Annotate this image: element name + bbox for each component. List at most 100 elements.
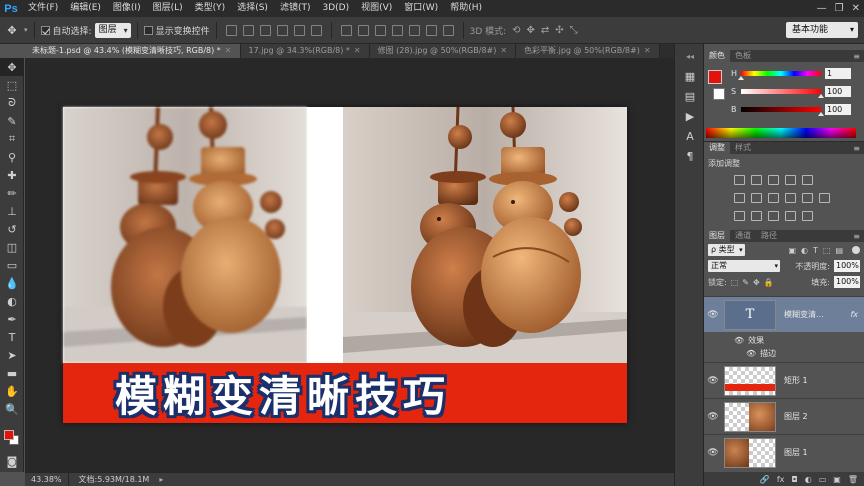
menu-select[interactable]: 选择(S)	[231, 0, 274, 17]
saturation-value-input[interactable]: 100	[825, 85, 851, 97]
distribute-bottom-icon[interactable]	[374, 24, 386, 36]
foreground-color-chip[interactable]	[708, 70, 722, 84]
healing-brush-tool-icon[interactable]: ✚	[0, 166, 24, 184]
tab-adjustments[interactable]: 调整	[704, 142, 730, 154]
brush-tool-icon[interactable]: ✏	[0, 184, 24, 202]
posterize-icon[interactable]	[751, 211, 762, 221]
tab-document-4[interactable]: 色彩平衡.jpg @ 50%(RGB/8#) ✕	[516, 44, 660, 58]
clone-stamp-tool-icon[interactable]: ⊥	[0, 202, 24, 220]
quick-mask-icon[interactable]: ◙	[0, 452, 24, 470]
distribute-right-icon[interactable]	[425, 24, 437, 36]
layer-filter-kind-select[interactable]: ρ 类型	[708, 244, 745, 256]
blur-tool-icon[interactable]: 💧	[0, 274, 24, 292]
filter-toggle-icon[interactable]	[852, 246, 860, 254]
stroke-effect-row[interactable]: 👁 描边	[704, 347, 864, 359]
vibrance-icon[interactable]	[802, 175, 813, 185]
history-panel-icon[interactable]: ▦	[675, 66, 705, 86]
dodge-tool-icon[interactable]: ◐	[0, 292, 24, 310]
pen-tool-icon[interactable]: ✒	[0, 310, 24, 328]
move-tool-icon[interactable]: ✥	[0, 58, 24, 76]
hue-value-input[interactable]: 1	[825, 67, 851, 79]
close-icon[interactable]: ✕	[500, 44, 507, 58]
menu-3d[interactable]: 3D(D)	[316, 0, 355, 17]
zoom-tool-icon[interactable]: 🔍	[0, 400, 24, 418]
distribute-hcenter-icon[interactable]	[408, 24, 420, 36]
hue-slider[interactable]	[738, 70, 821, 80]
brightness-slider-thumb[interactable]	[818, 111, 824, 116]
brightness-value-input[interactable]: 100	[825, 103, 851, 115]
hue-saturation-icon[interactable]	[734, 193, 745, 203]
tab-paths[interactable]: 路径	[756, 230, 782, 242]
gradient-tool-icon[interactable]: ▭	[0, 256, 24, 274]
eyedropper-tool-icon[interactable]: ⚲	[0, 148, 24, 166]
exposure-icon[interactable]	[785, 175, 796, 185]
chevron-right-icon[interactable]: ▸	[159, 475, 163, 484]
menu-view[interactable]: 视图(V)	[355, 0, 398, 17]
quick-select-tool-icon[interactable]: ✎	[0, 112, 24, 130]
layer-row-rectangle[interactable]: 👁 矩形 1	[704, 362, 864, 398]
opacity-input[interactable]: 100%	[834, 260, 860, 272]
background-color-chip[interactable]	[713, 88, 725, 100]
lock-icons[interactable]: ⬚✎✥🔒	[731, 278, 778, 287]
new-adjustment-icon[interactable]: ◐	[805, 475, 812, 484]
align-left-icon[interactable]	[276, 24, 288, 36]
selective-color-icon[interactable]	[785, 211, 796, 221]
close-icon[interactable]: ✕	[644, 44, 651, 58]
color-swatches[interactable]	[4, 430, 20, 446]
menu-window[interactable]: 窗口(W)	[398, 0, 444, 17]
hue-slider-thumb[interactable]	[738, 75, 745, 80]
minimize-button[interactable]: —	[817, 3, 827, 14]
close-icon[interactable]: ✕	[225, 44, 232, 58]
brightness-contrast-icon[interactable]	[734, 175, 745, 185]
invert-icon[interactable]	[734, 211, 745, 221]
menu-image[interactable]: 图像(I)	[107, 0, 147, 17]
history-brush-tool-icon[interactable]: ↺	[0, 220, 24, 238]
auto-select-checkbox[interactable]	[40, 25, 50, 35]
add-style-icon[interactable]: fx	[777, 475, 785, 484]
close-icon[interactable]: ✕	[354, 44, 361, 58]
type-tool-icon[interactable]: T	[0, 328, 24, 346]
actions-panel-icon[interactable]: ▶	[675, 106, 705, 126]
properties-panel-icon[interactable]: ▤	[675, 86, 705, 106]
tab-document-2[interactable]: 17.jpg @ 34.3%(RGB/8) * ✕	[240, 44, 370, 58]
panel-menu-icon[interactable]: ≡	[853, 144, 860, 153]
menu-layer[interactable]: 图层(L)	[147, 0, 189, 17]
path-select-tool-icon[interactable]: ➤	[0, 346, 24, 364]
tab-styles[interactable]: 样式	[730, 142, 756, 154]
distribute-left-icon[interactable]	[391, 24, 403, 36]
new-group-icon[interactable]: ▭	[819, 475, 827, 484]
menu-help[interactable]: 帮助(H)	[444, 0, 488, 17]
banner-title[interactable]: 模糊变清晰技巧	[115, 363, 451, 424]
tab-document-3[interactable]: 修图 (28).jpg @ 50%(RGB/8#) ✕	[369, 44, 517, 58]
canvas-area[interactable]: 模糊变清晰技巧	[25, 58, 674, 472]
auto-align-icon[interactable]	[442, 24, 454, 36]
tab-swatches[interactable]: 色板	[730, 50, 756, 62]
eraser-tool-icon[interactable]: ◫	[0, 238, 24, 256]
align-bottom-icon[interactable]	[259, 24, 271, 36]
close-button[interactable]: ✕	[852, 3, 860, 14]
saturation-slider-thumb[interactable]	[818, 93, 824, 98]
photo-filter-icon[interactable]	[785, 193, 796, 203]
layer-row-image-2[interactable]: 👁 图层 2	[704, 398, 864, 434]
marquee-tool-icon[interactable]: ⬚	[0, 76, 24, 94]
document-canvas[interactable]: 模糊变清晰技巧	[63, 107, 627, 423]
panel-menu-icon[interactable]: ≡	[853, 52, 860, 61]
blend-mode-select[interactable]: 正常	[708, 260, 780, 272]
threshold-icon[interactable]	[768, 211, 779, 221]
restore-button[interactable]: ❐	[835, 3, 844, 14]
layer-row-text[interactable]: 👁 T 模糊变清... fx	[704, 296, 864, 332]
hand-tool-icon[interactable]: ✋	[0, 382, 24, 400]
rectangle-tool-icon[interactable]: ▬	[0, 364, 24, 382]
document-info[interactable]: 文档:5.93M/18.1M	[69, 474, 160, 485]
eye-icon[interactable]: 👁	[704, 376, 722, 386]
tab-document-1[interactable]: 未标题-1.psd @ 43.4% (模糊变清晰技巧, RGB/8) * ✕	[24, 44, 241, 58]
tab-channels[interactable]: 通道	[730, 230, 756, 242]
panel-menu-icon[interactable]: ≡	[853, 232, 860, 241]
black-white-icon[interactable]	[768, 193, 779, 203]
eye-icon[interactable]: 👁	[746, 349, 756, 358]
align-top-icon[interactable]	[225, 24, 237, 36]
distribute-top-icon[interactable]	[340, 24, 352, 36]
color-balance-icon[interactable]	[751, 193, 762, 203]
effects-group-row[interactable]: 👁 效果	[704, 334, 864, 346]
eye-icon[interactable]: 👁	[704, 448, 722, 458]
